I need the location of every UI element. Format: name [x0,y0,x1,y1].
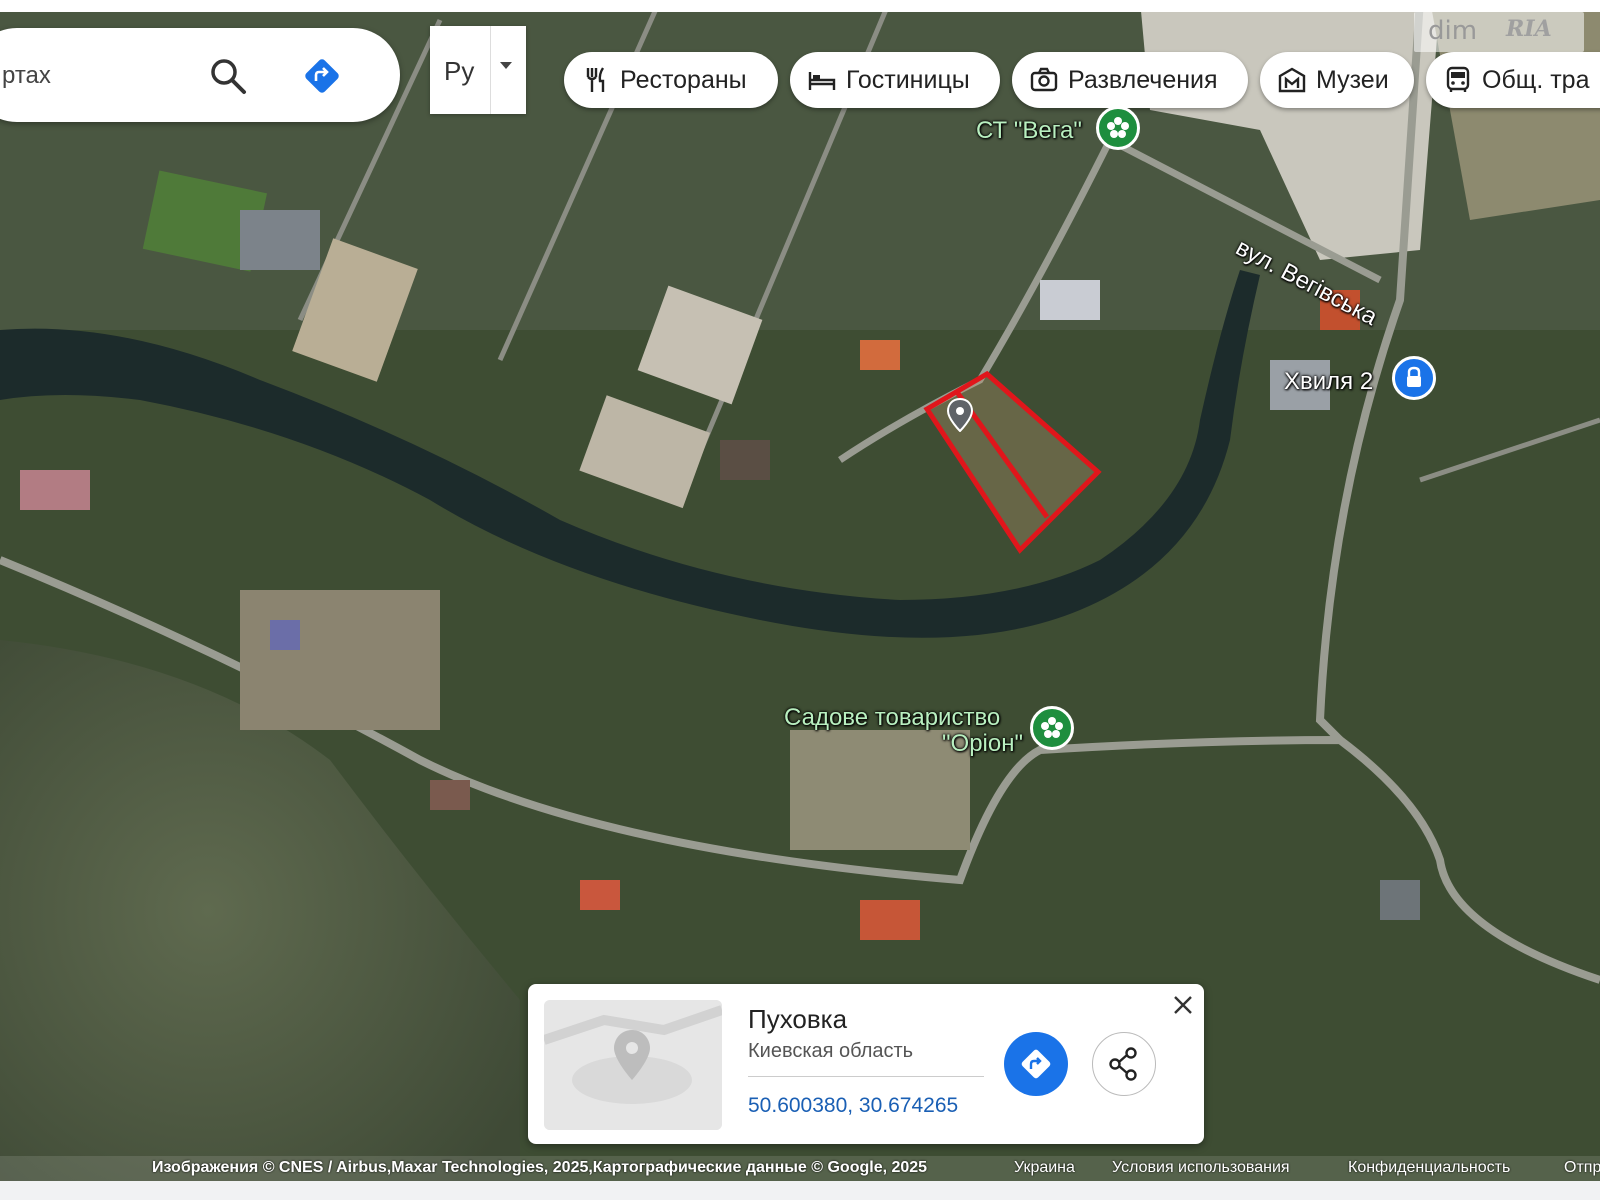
language-select[interactable]: Ру [430,26,526,114]
share-button[interactable] [1092,1032,1156,1096]
chip-label: Развлечения [1068,65,1218,94]
directions-icon[interactable] [302,56,342,96]
poi-label-orion-line2[interactable]: "Оріон" [942,730,1023,758]
chip-restaurants[interactable]: Рестораны [564,52,778,108]
poi-label-vega[interactable]: СТ "Вега" [976,117,1082,145]
flower-icon[interactable] [1030,706,1074,750]
top-strip [0,0,1600,12]
poi-label-orion-line1[interactable]: Садове товариство [784,704,1000,732]
watermark-mark: RIA [1506,16,1552,42]
search-input[interactable]: ртах [2,62,51,90]
place-coordinates[interactable]: 50.600380, 30.674265 [748,1094,958,1118]
poi-label-khvylia[interactable]: Хвиля 2 [1284,368,1373,396]
chip-label: Рестораны [620,65,747,94]
chip-label: Музеи [1316,65,1389,94]
camera-icon [1030,67,1058,92]
museum-icon [1278,67,1306,93]
location-pin-icon[interactable] [946,398,974,432]
directions-button[interactable] [1004,1032,1068,1096]
bed-icon [808,72,836,90]
directions-icon [1021,1049,1051,1079]
chip-entertainment[interactable]: Развлечения [1012,52,1248,108]
chip-label: Гостиницы [846,65,970,94]
taskbar-strip [0,1181,1600,1200]
chip-hotels[interactable]: Гостиницы [790,52,1000,108]
construction-site [240,590,440,730]
flower-icon[interactable] [1096,106,1140,150]
bus-icon [1446,66,1470,92]
place-info-card[interactable]: Пуховка Киевская область 50.600380, 30.6… [528,984,1204,1144]
attribution-bar: Изображения © CNES / Airbus,Maxar Techno… [0,1156,1600,1181]
language-divider [490,26,491,114]
watermark-brand: dim [1428,16,1478,46]
close-icon[interactable] [1170,992,1196,1018]
report-link[interactable]: Отпр [1564,1159,1600,1177]
imagery-attribution: Изображения © CNES / Airbus,Maxar Techno… [152,1159,928,1176]
search-box[interactable]: ртах [0,28,400,122]
language-value: Ру [444,56,475,86]
search-icon[interactable] [208,56,248,96]
fork-knife-icon [586,67,605,92]
terms-link[interactable]: Условия использования [1112,1159,1290,1177]
chip-label: Общ. тра [1482,65,1590,94]
watermark-logo: dim RIA [1414,12,1584,52]
place-thumbnail[interactable] [544,1000,722,1130]
share-icon [1109,1047,1137,1081]
chip-transit[interactable]: Общ. тра [1426,52,1600,108]
place-name: Пуховка [748,1004,848,1034]
chip-museums[interactable]: Музеи [1260,52,1414,108]
chevron-down-icon[interactable] [500,62,512,69]
privacy-link[interactable]: Конфиденциальность [1348,1159,1510,1177]
country-link[interactable]: Украина [1014,1159,1075,1177]
lock-icon[interactable] [1392,356,1436,400]
place-region: Киевская область [748,1040,914,1062]
card-divider [748,1076,984,1077]
